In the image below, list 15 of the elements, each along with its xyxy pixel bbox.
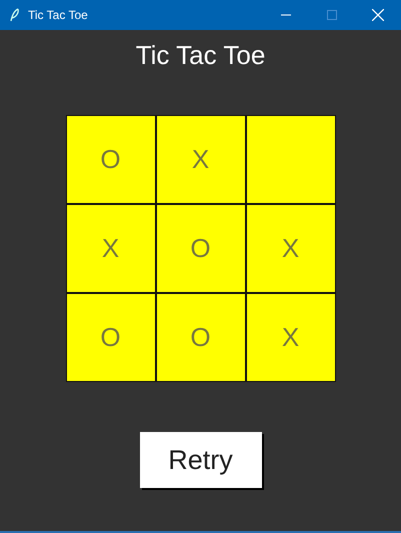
close-icon [372, 9, 384, 21]
board-cell[interactable]: O [66, 116, 154, 203]
board-cell[interactable]: X [246, 205, 334, 292]
board-cell[interactable]: X [66, 205, 154, 292]
board-cell[interactable]: X [156, 116, 244, 203]
feather-icon [10, 8, 20, 22]
board-cell[interactable] [246, 116, 334, 203]
maximize-icon [327, 10, 337, 20]
game-title: Tic Tac Toe [134, 40, 266, 71]
board-cell[interactable]: O [156, 294, 244, 381]
board-cell[interactable]: O [156, 205, 244, 292]
board-cell[interactable]: X [246, 294, 334, 381]
window-title: Tic Tac Toe [28, 8, 89, 22]
board-cell[interactable]: O [66, 294, 154, 381]
retry-button[interactable]: Retry [140, 432, 262, 488]
